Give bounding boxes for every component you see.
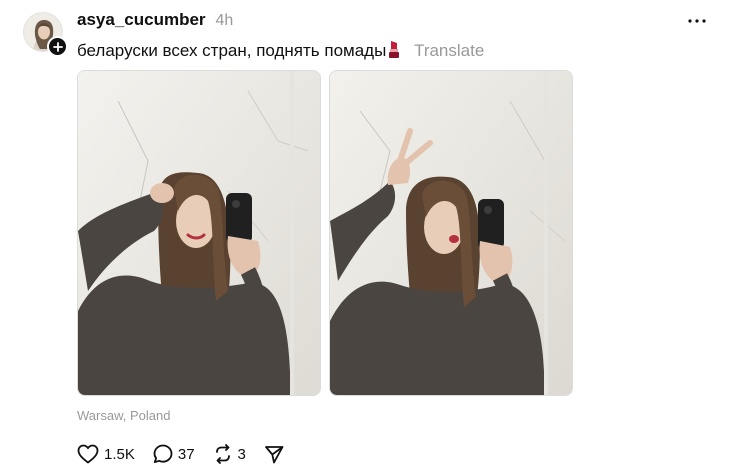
post-location[interactable]: Warsaw, Poland [77,408,170,423]
post-photo-2[interactable] [329,70,573,396]
post-header: asya_cucumber 4h [77,10,233,30]
plus-icon [52,41,63,52]
more-dots-icon [688,19,706,23]
reply-count: 37 [177,445,195,463]
more-options-button[interactable] [686,14,708,28]
translate-link[interactable]: Translate [414,41,484,60]
repost-count: 3 [237,445,246,463]
reply-button[interactable]: 37 [153,444,195,464]
photo-selfie-hand-in-hair [78,71,320,395]
photo-selfie-peace-sign [330,71,572,395]
post-caption: беларуски всех стран, поднять помады Tra… [77,39,484,65]
like-button[interactable]: 1.5K [77,444,135,464]
avatar-container[interactable] [23,12,68,57]
lipstick-icon [387,39,401,65]
post-time[interactable]: 4h [216,12,234,30]
send-icon [264,446,284,464]
repost-button[interactable]: 3 [213,444,246,464]
heart-icon [77,444,99,464]
post-actions: 1.5K 37 3 [77,442,302,466]
username[interactable]: asya_cucumber [77,10,206,30]
share-button[interactable] [264,444,284,464]
like-count: 1.5K [104,445,135,463]
follow-button[interactable] [47,36,68,57]
comment-icon [153,444,173,464]
post-photo-1[interactable] [77,70,321,396]
repost-icon [215,444,230,464]
caption-text: беларуски всех стран, поднять помады [77,41,387,60]
